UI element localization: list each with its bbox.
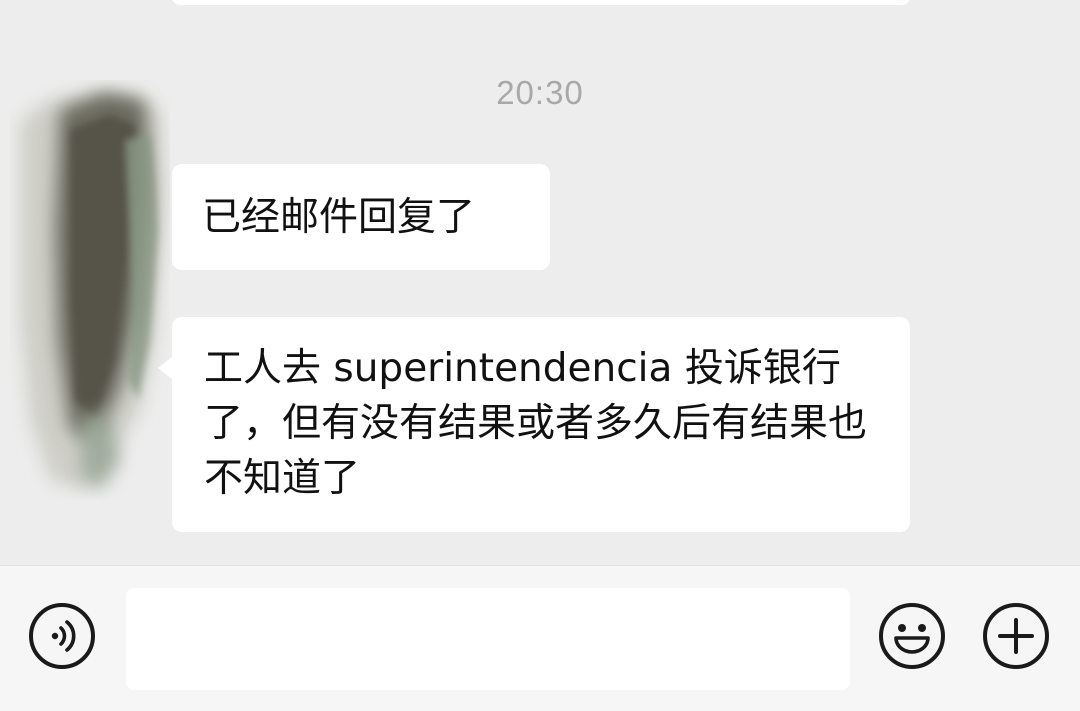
- message-timestamp: 20:30: [496, 74, 584, 111]
- more-button[interactable]: [982, 602, 1050, 670]
- message-bubble[interactable]: 已经邮件回复了: [172, 164, 550, 270]
- previous-message-bubble[interactable]: [172, 0, 910, 5]
- avatar-blur-image: [20, 92, 165, 490]
- message-text: 工人去 superintendencia 投诉银行了，但有没有结果或者多久后有结…: [204, 346, 868, 501]
- message-text: 已经邮件回复了: [202, 195, 476, 240]
- plus-icon: [983, 603, 1049, 669]
- contact-avatar-blurred[interactable]: [10, 80, 170, 500]
- emoji-icon: [879, 603, 945, 669]
- voice-button[interactable]: [28, 602, 96, 670]
- bubble-tail: [158, 356, 173, 380]
- voice-icon: [29, 603, 95, 669]
- emoji-button[interactable]: [878, 602, 946, 670]
- message-bubble[interactable]: 工人去 superintendencia 投诉银行了，但有没有结果或者多久后有结…: [172, 317, 910, 532]
- message-input[interactable]: [126, 588, 850, 690]
